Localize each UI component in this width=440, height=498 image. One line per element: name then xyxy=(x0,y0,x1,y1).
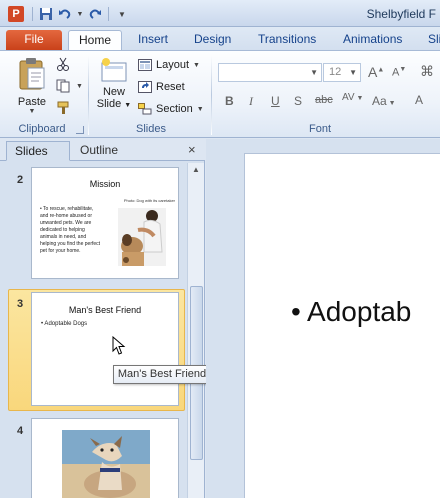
font-name-dropdown-icon[interactable]: ▼ xyxy=(310,64,318,81)
slide-thumbnail-3[interactable]: Man's Best Friend • Adoptable Dogs xyxy=(31,292,179,406)
change-case-button[interactable]: Aa ▼ xyxy=(372,94,396,108)
scissors-icon xyxy=(57,57,69,71)
tab-animations[interactable]: Animations xyxy=(335,30,410,50)
reset-icon xyxy=(138,81,152,93)
thumbnail-title: Mission xyxy=(89,179,121,189)
layout-icon xyxy=(138,59,152,71)
pane-tab-row: Slides Outline × xyxy=(0,139,205,161)
tab-file[interactable]: File xyxy=(6,30,62,50)
new-slide-icon xyxy=(101,58,127,82)
shrink-font-button[interactable]: A▼ xyxy=(392,66,406,79)
tab-design[interactable]: Design xyxy=(186,30,239,50)
grow-font-button[interactable]: A▲ xyxy=(368,64,384,80)
section-button[interactable]: Section ▼ xyxy=(138,100,204,118)
redo-icon[interactable] xyxy=(87,6,103,22)
ribbon-tab-row: File Home Insert Design Transitions Anim… xyxy=(0,27,440,50)
section-label: Section xyxy=(156,103,193,115)
slides-pane: Slides Outline × 2 Mission • To rescue, … xyxy=(0,139,205,498)
title-bar: P ▼ ▼ Shelbyfield F xyxy=(0,0,440,27)
font-size-combo[interactable]: 12 ▼ xyxy=(323,63,361,82)
tab-slides[interactable]: Slides xyxy=(6,141,70,161)
group-separator xyxy=(88,55,89,135)
reset-button[interactable]: Reset xyxy=(138,78,185,96)
tab-insert[interactable]: Insert xyxy=(130,30,176,50)
font-size-value: 12 xyxy=(329,66,342,78)
new-slide-button[interactable]: New Slide ▼ xyxy=(94,57,134,110)
greyhound-photo xyxy=(62,430,150,498)
section-dropdown-icon: ▼ xyxy=(196,105,204,113)
slides-group-label: Slides xyxy=(136,123,166,135)
paste-label: Paste xyxy=(17,96,47,108)
clear-formatting-button[interactable]: ⌘ xyxy=(420,63,434,80)
quick-access-toolbar: ▼ ▼ xyxy=(30,5,130,23)
bold-button[interactable]: B xyxy=(225,94,234,108)
tab-home[interactable]: Home xyxy=(68,30,122,50)
group-separator xyxy=(211,55,212,135)
tab-outline[interactable]: Outline xyxy=(72,141,128,161)
clipboard-group-label: Clipboard xyxy=(18,123,66,135)
reset-label: Reset xyxy=(156,81,185,93)
font-size-dropdown-icon[interactable]: ▼ xyxy=(349,64,357,81)
italic-button[interactable]: I xyxy=(249,94,253,109)
thumbnail-scrollbar[interactable]: ▲ xyxy=(187,163,204,498)
undo-dropdown-icon[interactable]: ▼ xyxy=(76,6,84,22)
character-spacing-button[interactable]: AV ▼ xyxy=(342,92,363,103)
thumbnail-photo-caption: Photo: Dog with its caretaker xyxy=(123,198,175,203)
copy-button[interactable]: ▼ xyxy=(56,77,83,95)
customize-qat-icon[interactable]: ▼ xyxy=(114,6,130,22)
close-pane-icon[interactable]: × xyxy=(188,142,196,157)
cut-button[interactable] xyxy=(56,55,70,73)
thumbnail-tooltip: Man's Best Friend xyxy=(113,365,211,384)
undo-icon[interactable] xyxy=(57,6,73,22)
strikethrough-button[interactable]: abc xyxy=(315,94,333,106)
dog-caretaker-photo xyxy=(118,208,166,266)
text-shadow-button[interactable]: S xyxy=(294,94,302,108)
font-color-button[interactable]: A xyxy=(415,93,423,107)
underline-button[interactable]: U xyxy=(271,94,280,108)
paste-button[interactable]: Paste ▼ xyxy=(14,57,50,115)
qat-separator xyxy=(108,7,109,21)
slide-number: 3 xyxy=(17,298,24,310)
tab-transitions[interactable]: Transitions xyxy=(250,30,324,50)
save-icon[interactable] xyxy=(38,6,54,22)
format-painter-button[interactable] xyxy=(56,99,72,117)
mouse-cursor-icon xyxy=(112,336,126,355)
new-slide-label-1: New xyxy=(102,86,125,98)
layout-dropdown-icon: ▼ xyxy=(193,61,200,69)
powerpoint-app-icon[interactable]: P xyxy=(8,6,24,22)
format-painter-icon xyxy=(57,101,69,114)
thumbnail-bullets: • To rescue, rehabilitate, and re-home a… xyxy=(40,206,101,254)
paste-icon xyxy=(19,58,45,90)
font-group-label: Font xyxy=(308,123,331,135)
thumbnail-title: Man's Best Friend xyxy=(68,305,142,315)
ribbon: Paste ▼ ▼ Clipboard New Slide ▼ Layout ▼… xyxy=(0,50,440,138)
tab-slideshow[interactable]: Sli xyxy=(420,30,440,50)
scroll-up-icon[interactable]: ▲ xyxy=(192,165,200,174)
qat-separator xyxy=(32,7,33,21)
font-name-combo[interactable]: ▼ xyxy=(218,63,322,82)
slide-bullet-text[interactable]: • Adoptab xyxy=(291,296,411,328)
slide-thumbnail-4[interactable] xyxy=(31,418,179,498)
clipboard-dialog-launcher-icon[interactable] xyxy=(76,126,84,134)
layout-button[interactable]: Layout ▼ xyxy=(138,56,200,74)
thumbnail-bullets: • Adoptable Dogs xyxy=(41,321,88,327)
window-title: Shelbyfield F xyxy=(366,7,436,21)
copy-icon xyxy=(56,79,70,93)
layout-label: Layout xyxy=(156,59,190,71)
slide-thumbnail-2[interactable]: Mission • To rescue, rehabilitate, and r… xyxy=(31,167,179,279)
current-slide[interactable]: • Adoptab xyxy=(244,153,440,498)
slide-number: 2 xyxy=(17,174,24,186)
new-slide-label-2: Slide ▼ xyxy=(96,98,132,110)
paste-dropdown-icon[interactable]: ▼ xyxy=(14,108,50,115)
copy-dropdown-icon[interactable]: ▼ xyxy=(76,83,83,90)
slide-editing-canvas: • Adoptab xyxy=(206,139,440,498)
slide-number: 4 xyxy=(17,425,24,437)
section-icon xyxy=(138,103,152,115)
